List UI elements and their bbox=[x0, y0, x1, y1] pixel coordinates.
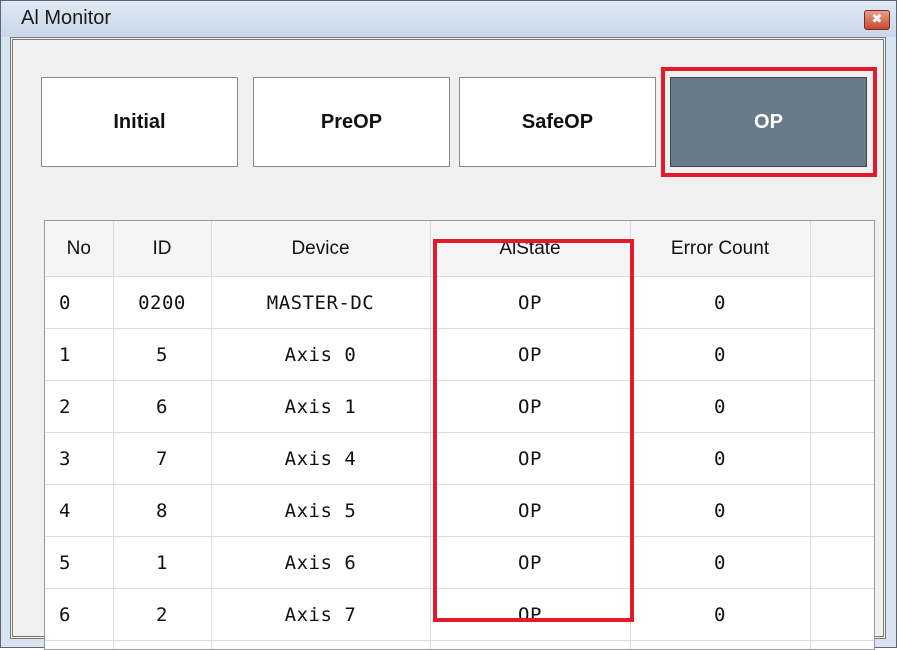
cell-error-count: 0 bbox=[630, 277, 810, 329]
preop-state-button[interactable]: PreOP bbox=[253, 77, 450, 167]
close-icon: ✖ bbox=[872, 12, 883, 27]
slave-status-table[interactable]: No ID Device AlState Error Count 0 0200 … bbox=[44, 220, 875, 650]
filler-cell bbox=[211, 641, 430, 650]
cell-error-count: 0 bbox=[630, 433, 810, 485]
cell-no: 5 bbox=[45, 537, 113, 589]
cell-alstate: OP bbox=[430, 277, 630, 329]
safeop-state-button[interactable]: SafeOP bbox=[459, 77, 656, 167]
window-title: Al Monitor bbox=[21, 7, 111, 30]
column-header-alstate[interactable]: AlState bbox=[430, 221, 630, 277]
column-header-device[interactable]: Device bbox=[211, 221, 430, 277]
cell-id: 7 bbox=[113, 433, 211, 485]
cell-no: 6 bbox=[45, 589, 113, 641]
cell-alstate: OP bbox=[430, 329, 630, 381]
op-state-label: OP bbox=[754, 111, 783, 134]
cell-id: 8 bbox=[113, 485, 211, 537]
cell-error-count: 0 bbox=[630, 485, 810, 537]
cell-id: 2 bbox=[113, 589, 211, 641]
filler-cell bbox=[630, 641, 810, 650]
table-row[interactable]: 4 8 Axis 5 OP 0 bbox=[45, 485, 874, 537]
client-area: Initial PreOP SafeOP OP No ID Dev bbox=[10, 37, 886, 639]
cell-device: Axis 4 bbox=[211, 433, 430, 485]
cell-no: 2 bbox=[45, 381, 113, 433]
cell-empty bbox=[810, 381, 874, 433]
title-bar[interactable]: Al Monitor ✖ bbox=[1, 1, 896, 37]
cell-device: Axis 0 bbox=[211, 329, 430, 381]
cell-alstate: OP bbox=[430, 433, 630, 485]
table-row[interactable]: 2 6 Axis 1 OP 0 bbox=[45, 381, 874, 433]
cell-empty bbox=[810, 329, 874, 381]
cell-device: Axis 7 bbox=[211, 589, 430, 641]
initial-state-label: Initial bbox=[113, 111, 165, 134]
cell-error-count: 0 bbox=[630, 589, 810, 641]
cell-empty bbox=[810, 589, 874, 641]
op-state-button[interactable]: OP bbox=[670, 77, 867, 167]
table-row[interactable]: 0 0200 MASTER-DC OP 0 bbox=[45, 277, 874, 329]
column-header-id[interactable]: ID bbox=[113, 221, 211, 277]
filler-cell bbox=[810, 641, 874, 650]
filler-cell bbox=[113, 641, 211, 650]
preop-state-label: PreOP bbox=[321, 111, 382, 134]
initial-state-button[interactable]: Initial bbox=[41, 77, 238, 167]
close-button[interactable]: ✖ bbox=[864, 10, 890, 30]
filler-cell bbox=[430, 641, 630, 650]
cell-id: 0200 bbox=[113, 277, 211, 329]
cell-alstate: OP bbox=[430, 485, 630, 537]
cell-error-count: 0 bbox=[630, 537, 810, 589]
cell-empty bbox=[810, 277, 874, 329]
cell-no: 3 bbox=[45, 433, 113, 485]
cell-error-count: 0 bbox=[630, 381, 810, 433]
column-header-empty bbox=[810, 221, 874, 277]
cell-device: MASTER-DC bbox=[211, 277, 430, 329]
cell-error-count: 0 bbox=[630, 329, 810, 381]
table-row[interactable]: 1 5 Axis 0 OP 0 bbox=[45, 329, 874, 381]
cell-empty bbox=[810, 485, 874, 537]
table-header-row: No ID Device AlState Error Count bbox=[45, 221, 874, 277]
cell-id: 5 bbox=[113, 329, 211, 381]
cell-no: 1 bbox=[45, 329, 113, 381]
cell-empty bbox=[810, 433, 874, 485]
cell-alstate: OP bbox=[430, 589, 630, 641]
table-filler-row bbox=[45, 641, 874, 650]
table-row[interactable]: 6 2 Axis 7 OP 0 bbox=[45, 589, 874, 641]
cell-device: Axis 5 bbox=[211, 485, 430, 537]
cell-id: 6 bbox=[113, 381, 211, 433]
cell-empty bbox=[810, 537, 874, 589]
cell-no: 0 bbox=[45, 277, 113, 329]
safeop-state-label: SafeOP bbox=[522, 111, 593, 134]
cell-device: Axis 1 bbox=[211, 381, 430, 433]
table-row[interactable]: 3 7 Axis 4 OP 0 bbox=[45, 433, 874, 485]
cell-no: 4 bbox=[45, 485, 113, 537]
ai-monitor-window: Al Monitor ✖ Initial PreOP SafeOP OP bbox=[0, 0, 897, 648]
cell-alstate: OP bbox=[430, 381, 630, 433]
cell-alstate: OP bbox=[430, 537, 630, 589]
cell-device: Axis 6 bbox=[211, 537, 430, 589]
cell-id: 1 bbox=[113, 537, 211, 589]
column-header-no[interactable]: No bbox=[45, 221, 113, 277]
column-header-error-count[interactable]: Error Count bbox=[630, 221, 810, 277]
filler-cell bbox=[45, 641, 113, 650]
table-row[interactable]: 5 1 Axis 6 OP 0 bbox=[45, 537, 874, 589]
